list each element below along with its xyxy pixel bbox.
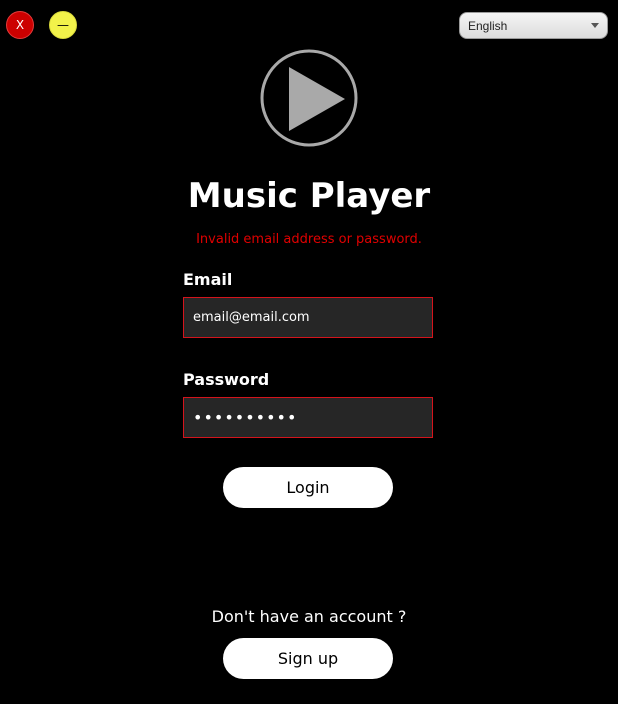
language-select-value: English xyxy=(468,18,508,33)
login-screen: X — English Music Player Invalid email a… xyxy=(0,0,618,704)
play-icon xyxy=(260,49,358,147)
signup-prompt: Don't have an account ? xyxy=(211,607,407,626)
minimize-window-button[interactable]: — xyxy=(49,11,77,39)
close-window-button[interactable]: X xyxy=(6,11,34,39)
caret-down-icon xyxy=(591,23,599,28)
error-message: Invalid email address or password. xyxy=(196,232,422,247)
signup-button[interactable]: Sign up xyxy=(223,638,393,679)
password-field[interactable] xyxy=(183,397,433,438)
app-title: Music Player xyxy=(187,176,431,216)
language-select[interactable]: English xyxy=(459,12,608,39)
email-label: Email xyxy=(183,270,233,289)
close-label: X xyxy=(15,18,25,32)
password-label: Password xyxy=(183,370,270,389)
email-field[interactable] xyxy=(183,297,433,338)
minimize-label: — xyxy=(57,18,69,32)
login-button[interactable]: Login xyxy=(223,467,393,508)
